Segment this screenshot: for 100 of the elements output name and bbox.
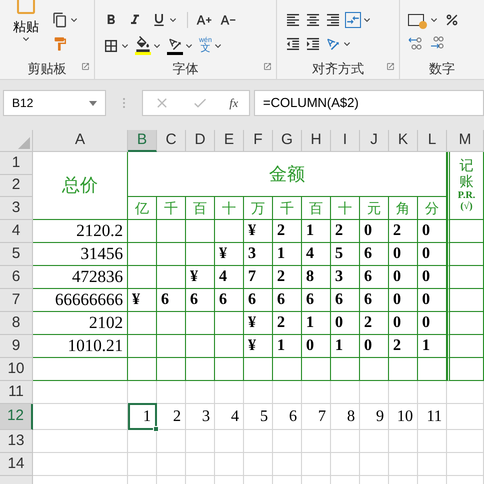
table-cell[interactable] [447,358,484,381]
row-header[interactable]: 12 [0,404,33,430]
table-cell[interactable]: 0 [389,243,418,266]
table-cell[interactable] [128,243,157,266]
table-cell[interactable]: ¥ [244,312,273,335]
fill-color-icon[interactable] [135,36,151,55]
decrease-indent-icon[interactable] [285,36,301,52]
table-cell[interactable]: 8 [302,266,331,289]
accounting-format-icon[interactable] [408,14,424,26]
table-cell[interactable]: 6 [360,266,389,289]
dialog-launcher-icon[interactable] [81,62,90,71]
row-header[interactable]: 3 [0,197,33,220]
table-cell[interactable]: 0 [389,266,418,289]
column-header[interactable]: K [389,130,418,152]
table-cell[interactable] [157,335,186,358]
table-cell[interactable]: 1 [418,335,447,358]
table-cell[interactable]: 3 [244,243,273,266]
column-header[interactable]: I [331,130,360,152]
table-cell[interactable]: 6 [244,289,273,312]
align-right-icon[interactable] [325,12,341,28]
table-cell[interactable] [215,358,244,381]
table-cell[interactable] [302,358,331,381]
table-cell[interactable]: 1 [273,335,302,358]
table-cell[interactable]: 6 [360,289,389,312]
table-cell[interactable]: 6 [157,289,186,312]
column-header[interactable]: E [215,130,244,152]
table-cell[interactable]: 8 [331,404,360,430]
table-cell[interactable] [244,358,273,381]
table-cell[interactable]: 7 [302,404,331,430]
table-cell[interactable]: 2 [360,312,389,335]
table-cell[interactable] [389,358,418,381]
table-cell[interactable]: 66666666 [33,289,128,312]
table-cell[interactable]: 6 [215,289,244,312]
table-cell[interactable]: ¥ [244,335,273,358]
table-cell[interactable]: 3 [186,404,215,430]
table-cell[interactable] [128,358,157,381]
table-cell[interactable]: 0 [389,312,418,335]
row-header[interactable]: 6 [0,266,33,289]
table-cell[interactable] [157,266,186,289]
table-cell[interactable] [447,312,484,335]
table-cell[interactable] [186,358,215,381]
table-cell[interactable] [186,220,215,243]
table-cell[interactable]: 10 [389,404,418,430]
align-center-icon[interactable] [305,12,321,28]
table-cell[interactable] [447,335,484,358]
table-cell[interactable] [215,220,244,243]
table-cell[interactable]: 4 [215,404,244,430]
table-cell[interactable] [157,243,186,266]
table-cell[interactable]: 7 [244,266,273,289]
border-icon[interactable] [103,38,119,54]
insert-function-button[interactable]: fx [229,94,238,112]
decrease-decimal-icon[interactable] [430,36,444,50]
table-cell[interactable]: 2 [273,312,302,335]
table-cell[interactable]: 1 [273,243,302,266]
table-cell[interactable]: 0 [418,289,447,312]
row-header[interactable]: 9 [0,335,33,358]
table-cell[interactable] [215,335,244,358]
table-cell[interactable] [128,335,157,358]
row-header[interactable]: 5 [0,243,33,266]
table-cell[interactable]: 31456 [33,243,128,266]
format-painter-icon[interactable] [52,36,68,52]
table-cell[interactable]: 1 [302,312,331,335]
row-header[interactable]: 10 [0,358,33,381]
table-cell[interactable] [186,335,215,358]
column-header[interactable]: L [418,130,447,152]
table-cell[interactable]: 0 [331,312,360,335]
table-cell[interactable]: ¥ [215,243,244,266]
table-cell[interactable]: 1 [302,220,331,243]
table-cell[interactable] [128,220,157,243]
table-cell[interactable]: 4 [302,243,331,266]
table-cell[interactable]: 0 [418,312,447,335]
table-cell[interactable]: 0 [302,335,331,358]
row-header[interactable]: 13 [0,430,33,453]
column-header[interactable]: F [244,130,273,152]
table-cell[interactable]: 0 [360,220,389,243]
table-cell[interactable] [215,312,244,335]
table-cell[interactable]: 2120.2 [33,220,128,243]
name-box[interactable]: B12 [3,90,106,116]
row-header[interactable]: 1 [0,152,33,175]
table-cell[interactable] [447,266,484,289]
table-cell[interactable] [447,243,484,266]
column-header[interactable]: D [186,130,215,152]
dialog-launcher-icon[interactable] [386,62,395,71]
table-cell[interactable]: ¥ [244,220,273,243]
table-cell[interactable]: ¥ [128,289,157,312]
table-cell[interactable]: 6 [302,289,331,312]
formula-input[interactable]: =COLUMN(A$2) [254,90,484,116]
table-cell[interactable] [157,312,186,335]
column-header[interactable]: J [360,130,389,152]
table-cell[interactable] [273,358,302,381]
table-cell[interactable]: 5 [244,404,273,430]
table-cell[interactable] [128,266,157,289]
table-cell[interactable]: 1010.21 [33,335,128,358]
table-cell[interactable]: 9 [360,404,389,430]
table-cell[interactable]: 6 [331,289,360,312]
table-cell[interactable]: 2 [157,404,186,430]
dialog-launcher-icon[interactable] [263,62,272,71]
percent-icon[interactable] [444,12,460,28]
table-cell[interactable]: 6 [273,289,302,312]
paste-button[interactable]: 粘贴 [13,20,39,33]
